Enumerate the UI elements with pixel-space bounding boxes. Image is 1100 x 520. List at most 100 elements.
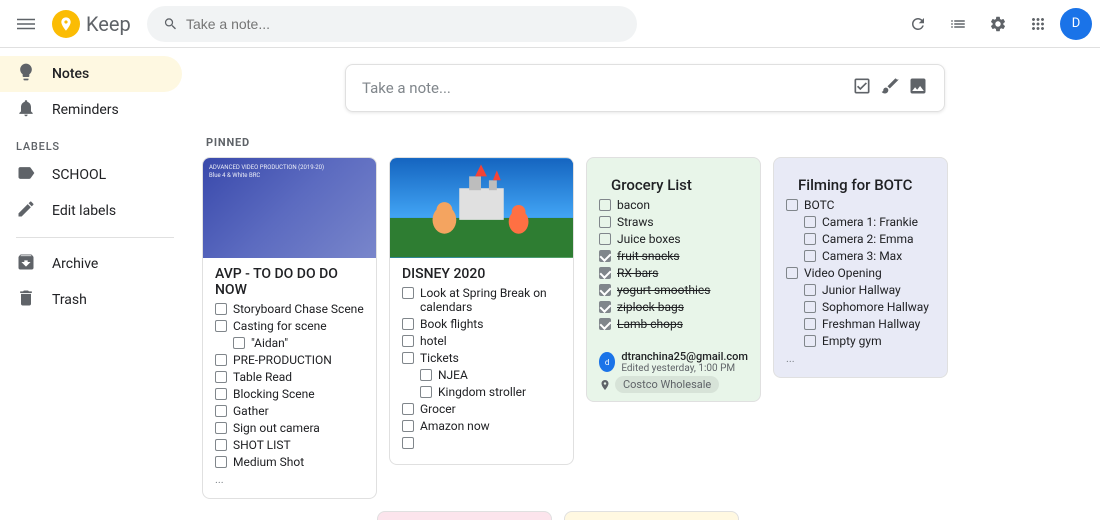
take-note-placeholder: Take a note... — [362, 79, 451, 97]
checkbox[interactable] — [215, 405, 227, 417]
image-icon[interactable] — [908, 76, 928, 101]
checkbox[interactable] — [804, 216, 816, 228]
menu-icon[interactable] — [8, 6, 44, 42]
take-note-actions — [852, 76, 928, 101]
user-row: d dtranchina25@gmail.com Edited yesterda… — [599, 350, 748, 374]
note-disney[interactable]: DISNEY 2020 Look at Spring Break on cale… — [389, 157, 574, 465]
checkbox[interactable] — [402, 287, 414, 299]
list-item: Gather — [215, 404, 364, 418]
sidebar-edit-labels-label: Edit labels — [52, 203, 116, 219]
sidebar-school-label: SCHOOL — [52, 167, 106, 183]
checkbox[interactable] — [599, 216, 611, 228]
note-grocery-title: Grocery List — [599, 166, 748, 198]
note-disney-body: DISNEY 2020 Look at Spring Break on cale… — [390, 258, 573, 464]
checkbox[interactable] — [599, 267, 611, 279]
apps-icon[interactable] — [1020, 6, 1056, 42]
checkbox[interactable] — [233, 337, 245, 349]
settings-icon[interactable] — [980, 6, 1016, 42]
list-item: Book flights — [402, 317, 561, 331]
list-item: Medium Shot — [215, 455, 364, 469]
checkbox[interactable] — [402, 403, 414, 415]
list-item: Tickets — [402, 351, 561, 365]
sidebar-item-school[interactable]: SCHOOL — [0, 157, 182, 193]
list-item: Kingdom stroller — [402, 385, 561, 399]
list-item: NJEA — [402, 368, 561, 382]
note-filming[interactable]: Filming for BOTC BOTC Camera 1: Frankie … — [773, 157, 948, 378]
location-row: Costco Wholesale — [599, 376, 748, 393]
checkbox[interactable] — [804, 250, 816, 262]
list-item: PRE-PRODUCTION — [215, 353, 364, 367]
search-input[interactable] — [186, 16, 621, 32]
list-item: Camera 1: Frankie — [786, 215, 935, 229]
topbar-actions: D — [900, 6, 1092, 42]
checkbox[interactable] — [804, 335, 816, 347]
search-box[interactable] — [147, 6, 637, 42]
checkbox[interactable] — [215, 439, 227, 451]
layout-icon[interactable] — [940, 6, 976, 42]
checkbox[interactable] — [215, 456, 227, 468]
checkbox[interactable] — [215, 303, 227, 315]
sidebar-item-archive[interactable]: Archive — [0, 246, 182, 282]
note-miles-body: Miles & Flyer Numbers — [565, 512, 738, 520]
app-logo[interactable]: Keep — [52, 10, 131, 38]
topbar: Keep D — [0, 0, 1100, 48]
checkbox[interactable] — [804, 233, 816, 245]
checkbox[interactable] — [215, 388, 227, 400]
checkbox[interactable] — [786, 267, 798, 279]
list-item: Look at Spring Break on calendars — [402, 286, 561, 314]
mini-avatar: d — [599, 352, 615, 372]
note-avp[interactable]: ADVANCED VIDEO PRODUCTION (2019-20)Blue … — [202, 157, 377, 499]
sidebar-item-trash[interactable]: Trash — [0, 282, 182, 318]
checkbox[interactable] — [215, 320, 227, 332]
sidebar-item-reminders[interactable]: Reminders — [0, 92, 182, 128]
checkbox[interactable] — [402, 420, 414, 432]
note-filming-more: ... — [786, 352, 935, 365]
checkbox[interactable] — [420, 369, 432, 381]
checkbox[interactable] — [402, 318, 414, 330]
refresh-icon[interactable] — [900, 6, 936, 42]
note-avp-body: AVP - TO DO DO DO NOW Storyboard Chase S… — [203, 258, 376, 498]
checkbox[interactable] — [402, 335, 414, 347]
list-item: Sign out camera — [215, 421, 364, 435]
checkbox[interactable] — [215, 371, 227, 383]
checkbox[interactable] — [599, 233, 611, 245]
note-miles[interactable]: Miles & Flyer Numbers — [564, 511, 739, 520]
checkbox[interactable] — [215, 422, 227, 434]
note-grocery[interactable]: Grocery List bacon Straws Juice boxes fr… — [586, 157, 761, 402]
note-disney-image — [390, 158, 573, 258]
checkbox[interactable] — [599, 250, 611, 262]
checkbox[interactable] — [786, 199, 798, 211]
sidebar-item-edit-labels[interactable]: Edit labels — [0, 193, 182, 229]
take-note-bar[interactable]: Take a note... — [345, 64, 945, 112]
checkbox[interactable] — [804, 284, 816, 296]
checkbox[interactable] — [599, 199, 611, 211]
list-item: fruit snacks — [599, 249, 748, 263]
checkbox[interactable] — [402, 352, 414, 364]
list-item: Video Opening — [786, 266, 935, 280]
note-xmas-body: Xmas Ideas 2019 Baby Jackson GA Post man — [378, 512, 551, 520]
note-xmas[interactable]: Xmas Ideas 2019 Baby Jackson GA Post man — [377, 511, 552, 520]
checkbox[interactable] — [599, 318, 611, 330]
avatar[interactable]: D — [1060, 8, 1092, 40]
list-item: Junior Hallway — [786, 283, 935, 297]
checkbox[interactable] — [215, 354, 227, 366]
list-item: Juice boxes — [599, 232, 748, 246]
note-disney-list: Look at Spring Break on calendars Book f… — [402, 286, 561, 449]
checkbox-icon[interactable] — [852, 76, 872, 101]
pinned-label: PINNED — [202, 128, 1088, 157]
checkbox[interactable] — [804, 318, 816, 330]
logo-icon — [52, 10, 80, 38]
main-content: Take a note... PINNED ADVANCED V — [190, 48, 1100, 520]
list-item: RX bars — [599, 266, 748, 280]
list-item — [402, 436, 561, 449]
checkbox[interactable] — [599, 301, 611, 313]
list-item: Storyboard Chase Scene — [215, 302, 364, 316]
sidebar-item-notes[interactable]: Notes — [0, 56, 182, 92]
sidebar-reminders-label: Reminders — [52, 102, 119, 118]
checkbox[interactable] — [599, 284, 611, 296]
checkbox[interactable] — [804, 301, 816, 313]
checkbox[interactable] — [402, 437, 414, 449]
brush-icon[interactable] — [880, 76, 900, 101]
checkbox[interactable] — [420, 386, 432, 398]
note-filming-title: Filming for BOTC — [786, 166, 935, 198]
